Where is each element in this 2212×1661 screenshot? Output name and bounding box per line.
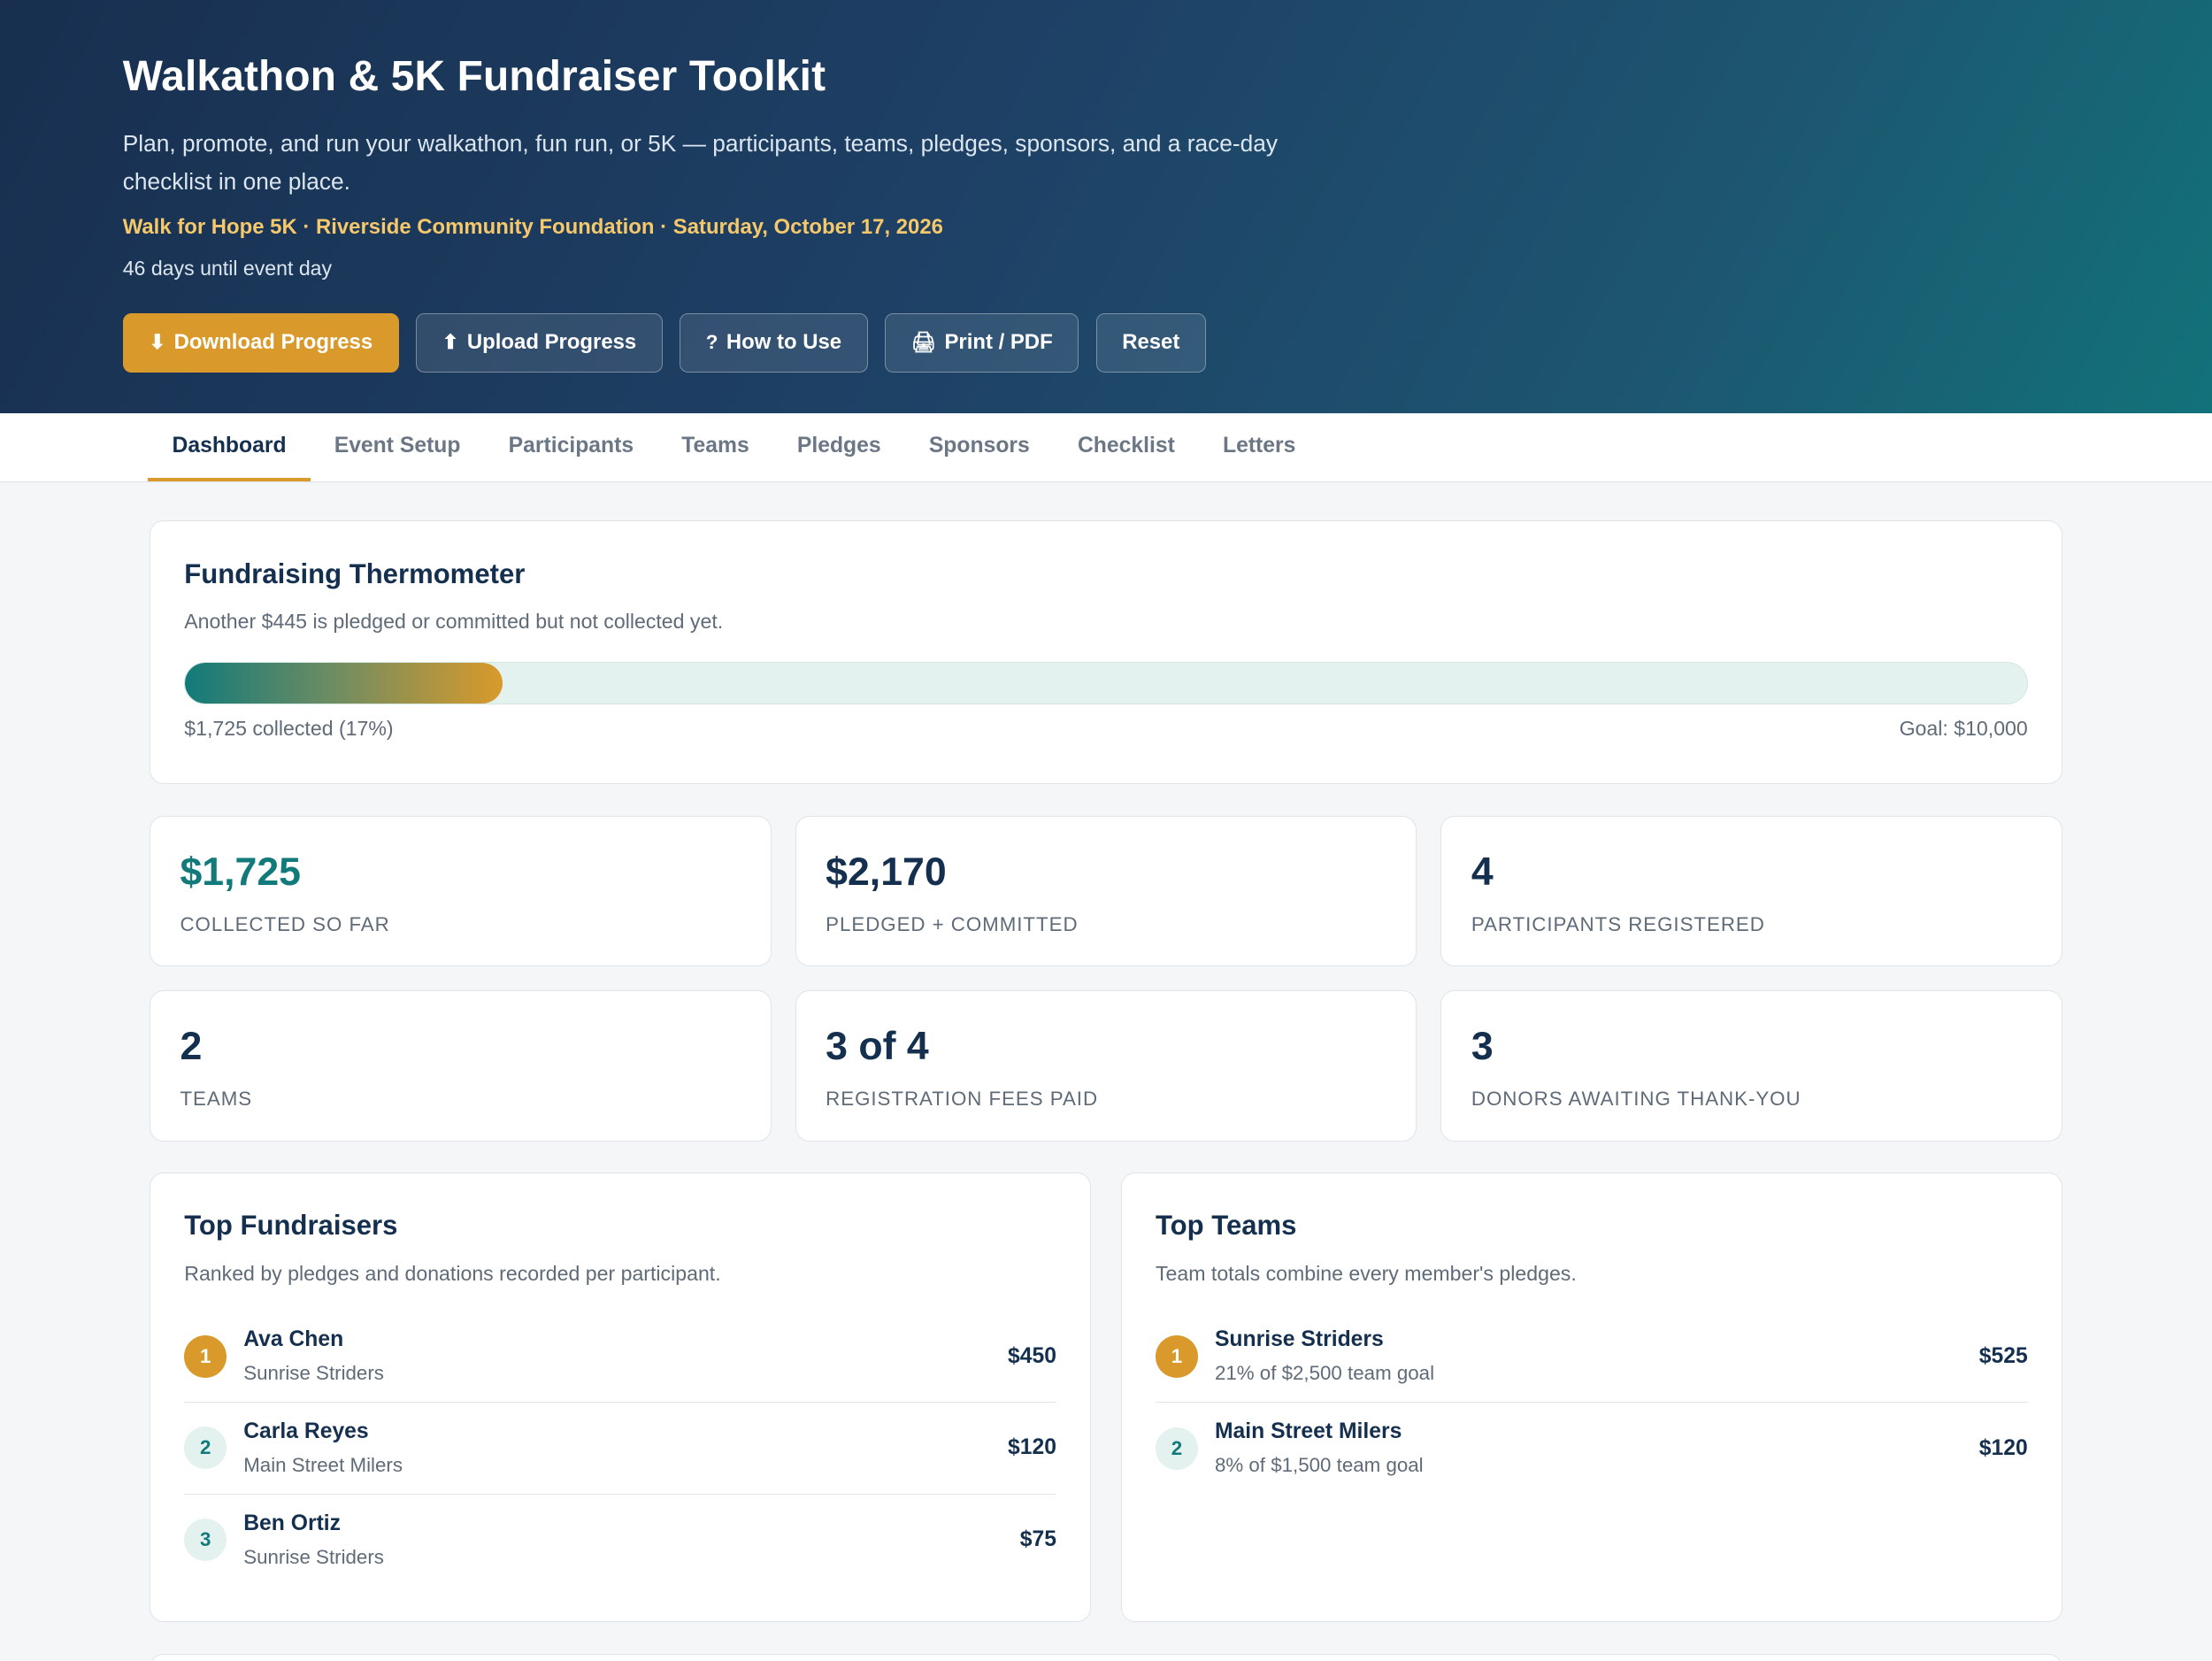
- participant-amount: $75: [1019, 1527, 1057, 1552]
- team-list: 1 Sunrise Striders 21% of $2,500 team go…: [1155, 1311, 2028, 1495]
- top-teams-subtitle: Team totals combine every member's pledg…: [1155, 1261, 1577, 1285]
- tab-letters[interactable]: Letters: [1199, 413, 1320, 481]
- event-info: Walk for Hope 5K · Riverside Community F…: [122, 215, 943, 240]
- reset-label: Reset: [1122, 330, 1180, 355]
- stat-fees-paid: 3 of 4 Registration fees paid: [795, 990, 1417, 1142]
- stat-label: Teams: [180, 1088, 253, 1111]
- top-fundraisers-card: Top Fundraisers Ranked by pledges and do…: [150, 1172, 1092, 1623]
- collected-label: $1,725 collected (17%): [184, 717, 394, 741]
- team-name: Main Street Milers: [1214, 1419, 1402, 1444]
- upload-progress-button[interactable]: ⬆ Upload Progress: [415, 312, 663, 373]
- list-item: 1 Ava Chen Sunrise Striders $450: [184, 1311, 1057, 1403]
- stat-label: Pledged + committed: [826, 912, 1079, 935]
- top-fundraisers-title: Top Fundraisers: [184, 1210, 398, 1242]
- tab-teams[interactable]: Teams: [657, 413, 773, 481]
- rank-badge: 1: [184, 1334, 227, 1378]
- print-pdf-button[interactable]: 🖨 Print / PDF: [884, 312, 1079, 373]
- stat-collected: $1,725 Collected so far: [150, 815, 772, 967]
- stat-value: $2,170: [826, 850, 947, 894]
- tab-checklist[interactable]: Checklist: [1054, 413, 1199, 481]
- stat-label: Participants registered: [1471, 912, 1765, 935]
- tab-sponsors[interactable]: Sponsors: [905, 413, 1054, 481]
- progress-bar: [184, 661, 2028, 704]
- dashboard-content: Fundraising Thermometer Another $445 is …: [0, 482, 2212, 1661]
- team-name: Sunrise Striders: [1214, 1327, 1384, 1352]
- participant-name: Carla Reyes: [243, 1419, 369, 1443]
- upload-icon: ⬆: [442, 331, 459, 354]
- team-goal-progress: 21% of $2,500 team goal: [1214, 1362, 1435, 1385]
- participant-name: Ben Ortiz: [243, 1511, 342, 1535]
- stat-teams: 2 Teams: [150, 990, 772, 1142]
- how-to-use-label: How to Use: [726, 330, 842, 355]
- reset-button[interactable]: Reset: [1095, 312, 1206, 373]
- stat-pledged: $2,170 Pledged + committed: [795, 815, 1417, 967]
- stat-label: Registration fees paid: [826, 1088, 1099, 1111]
- stats-grid: $1,725 Collected so far $2,170 Pledged +…: [150, 815, 2063, 1142]
- tab-participants[interactable]: Participants: [485, 413, 658, 481]
- progress-labels: $1,725 collected (17%) Goal: $10,000: [184, 717, 2028, 741]
- stat-participants: 4 Participants registered: [1440, 815, 2063, 967]
- how-to-use-button[interactable]: ? How to Use: [680, 312, 868, 373]
- list-item: 2 Carla Reyes Main Street Milers $120: [184, 1403, 1057, 1495]
- stat-label: Collected so far: [180, 912, 390, 935]
- top-teams-card: Top Teams Team totals combine every memb…: [1120, 1172, 2063, 1623]
- participant-amount: $120: [1008, 1435, 1057, 1460]
- next-section-card: [150, 1653, 2063, 1661]
- event-countdown: 46 days until event day: [122, 257, 333, 281]
- team-goal-progress: 8% of $1,500 team goal: [1214, 1454, 1424, 1477]
- thermometer-title: Fundraising Thermometer: [184, 558, 526, 589]
- print-pdf-label: Print / PDF: [944, 330, 1053, 355]
- stat-value: 4: [1471, 850, 1494, 894]
- stat-value: 3: [1471, 1025, 1494, 1069]
- upload-progress-label: Upload Progress: [466, 330, 637, 355]
- fundraiser-list: 1 Ava Chen Sunrise Striders $450 2 Carla…: [184, 1311, 1057, 1587]
- stat-value: $1,725: [180, 850, 301, 894]
- download-progress-button[interactable]: ⬇ Download Progress: [122, 312, 399, 373]
- leaderboards: Top Fundraisers Ranked by pledges and do…: [150, 1172, 2063, 1623]
- top-teams-title: Top Teams: [1155, 1210, 1297, 1242]
- page-header: Walkathon & 5K Fundraiser Toolkit Plan, …: [0, 0, 2212, 414]
- page-title: Walkathon & 5K Fundraiser Toolkit: [122, 52, 826, 100]
- goal-label: Goal: $10,000: [1899, 717, 2028, 741]
- list-item: 1 Sunrise Striders 21% of $2,500 team go…: [1155, 1311, 2028, 1403]
- download-progress-label: Download Progress: [173, 330, 373, 355]
- list-item: 2 Main Street Milers 8% of $1,500 team g…: [1155, 1403, 2028, 1495]
- rank-badge: 1: [1155, 1334, 1198, 1378]
- fundraising-thermometer-card: Fundraising Thermometer Another $445 is …: [150, 520, 2063, 785]
- tab-bar: Dashboard Event Setup Participants Teams…: [0, 413, 2212, 483]
- rank-badge: 2: [184, 1426, 227, 1470]
- rank-badge: 3: [184, 1519, 227, 1562]
- stat-value: 3 of 4: [826, 1025, 929, 1069]
- team-amount: $525: [1978, 1343, 2028, 1368]
- page-description: Plan, promote, and run your walkathon, f…: [122, 130, 1279, 196]
- header-actions: ⬇ Download Progress ⬆ Upload Progress ? …: [122, 312, 2090, 373]
- rank-badge: 2: [1155, 1426, 1198, 1470]
- participant-team: Main Street Milers: [243, 1453, 403, 1476]
- printer-icon: 🖨: [910, 331, 936, 354]
- team-amount: $120: [1978, 1435, 2028, 1460]
- help-icon: ?: [705, 331, 718, 354]
- participant-amount: $450: [1008, 1343, 1057, 1368]
- tab-dashboard[interactable]: Dashboard: [148, 413, 311, 482]
- tab-pledges[interactable]: Pledges: [773, 413, 905, 481]
- participant-team: Sunrise Striders: [243, 1362, 384, 1385]
- download-icon: ⬇: [149, 331, 166, 354]
- stat-value: 2: [180, 1025, 203, 1069]
- stat-thank-you: 3 Donors awaiting thank-you: [1440, 990, 2063, 1142]
- participant-team: Sunrise Striders: [243, 1545, 384, 1568]
- progress-bar-fill: [185, 662, 503, 704]
- top-fundraisers-subtitle: Ranked by pledges and donations recorded…: [184, 1261, 721, 1285]
- participant-name: Ava Chen: [243, 1327, 344, 1352]
- list-item: 3 Ben Ortiz Sunrise Striders $75: [184, 1495, 1056, 1587]
- stat-label: Donors awaiting thank-you: [1471, 1088, 1801, 1111]
- thermometer-note: Another $445 is pledged or committed but…: [184, 610, 724, 634]
- tab-event-setup[interactable]: Event Setup: [311, 413, 485, 481]
